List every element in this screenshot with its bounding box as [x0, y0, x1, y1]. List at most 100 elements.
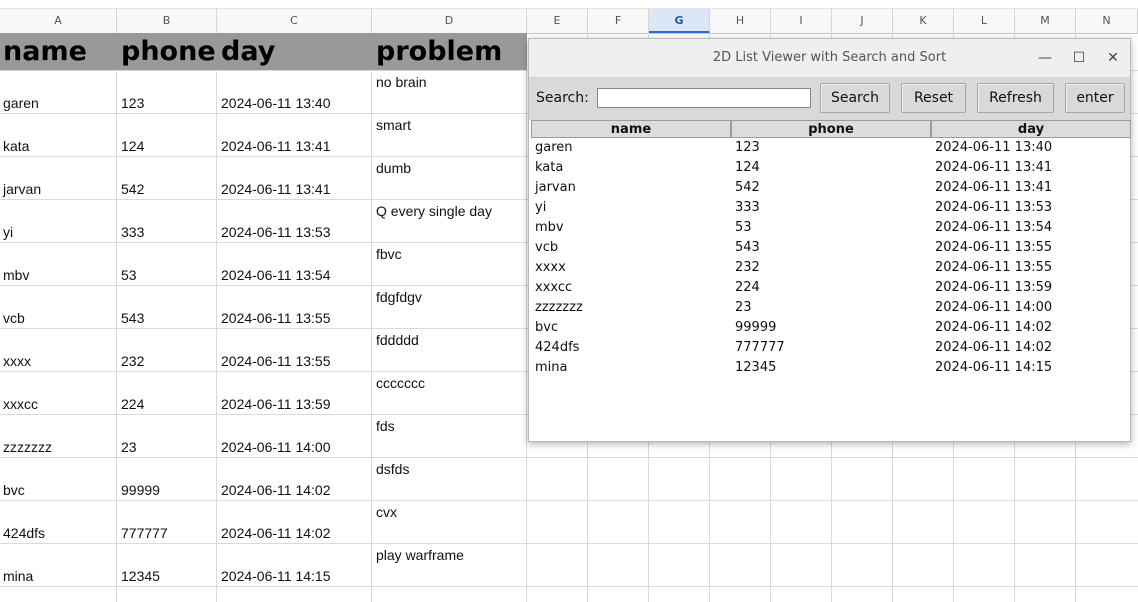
enter-button[interactable]: enter: [1065, 83, 1125, 113]
cell-name[interactable]: jarvan: [3, 180, 41, 198]
list-header-day[interactable]: day: [931, 120, 1131, 138]
cell-problem[interactable]: fbvc: [376, 245, 402, 263]
cell-day[interactable]: 2024-06-11 13:55: [221, 352, 331, 370]
cell-phone[interactable]: 543: [121, 309, 144, 327]
cell-phone[interactable]: 224: [121, 395, 144, 413]
title-bar[interactable]: 2D List Viewer with Search and Sort — ☐ …: [529, 39, 1130, 78]
header-cell-phone[interactable]: phone: [121, 33, 216, 70]
cell-name[interactable]: xxxcc: [3, 395, 38, 413]
cell-problem[interactable]: fds: [376, 417, 395, 435]
cell-phone[interactable]: 333: [121, 223, 144, 241]
column-header-h[interactable]: H: [710, 9, 771, 33]
list-row[interactable]: xxxx 232 2024-06-11 13:55: [531, 258, 1128, 278]
column-gridline: [116, 33, 117, 602]
minimize-icon[interactable]: —: [1035, 48, 1055, 68]
cell-problem[interactable]: smart: [376, 116, 411, 134]
cell-problem[interactable]: cvx: [376, 503, 397, 521]
list-cell-phone: 543: [735, 240, 760, 255]
list-row[interactable]: mbv 53 2024-06-11 13:54: [531, 218, 1128, 238]
cell-phone[interactable]: 53: [121, 266, 137, 284]
refresh-button[interactable]: Refresh: [977, 83, 1054, 113]
cell-name[interactable]: kata: [3, 137, 29, 155]
cell-day[interactable]: 2024-06-11 13:41: [221, 180, 331, 198]
cell-name[interactable]: mina: [3, 567, 33, 585]
cell-day[interactable]: 2024-06-11 13:54: [221, 266, 331, 284]
cell-phone[interactable]: 232: [121, 352, 144, 370]
list-cell-day: 2024-06-11 14:00: [935, 300, 1053, 315]
cell-day[interactable]: 2024-06-11 13:41: [221, 137, 331, 155]
list-cell-name: xxxcc: [535, 280, 573, 295]
cell-name[interactable]: 424dfs: [3, 524, 45, 542]
cell-phone[interactable]: 124: [121, 137, 144, 155]
list-row[interactable]: kata 124 2024-06-11 13:41: [531, 158, 1128, 178]
list-header-phone[interactable]: phone: [731, 120, 931, 138]
cell-problem[interactable]: fddddd: [376, 331, 419, 349]
cell-problem[interactable]: no brain: [376, 73, 427, 91]
cell-name[interactable]: yi: [3, 223, 13, 241]
cell-phone[interactable]: 542: [121, 180, 144, 198]
cell-problem[interactable]: Q every single day: [376, 202, 492, 220]
cell-name[interactable]: bvc: [3, 481, 25, 499]
close-icon[interactable]: ✕: [1103, 48, 1123, 68]
list-row[interactable]: yi 333 2024-06-11 13:53: [531, 198, 1128, 218]
column-header-n[interactable]: N: [1076, 9, 1138, 33]
search-button[interactable]: Search: [820, 83, 890, 113]
column-header-i[interactable]: I: [771, 9, 832, 33]
list-cell-name: 424dfs: [535, 340, 580, 355]
cell-name[interactable]: xxxx: [3, 352, 31, 370]
cell-day[interactable]: 2024-06-11 14:00: [221, 438, 331, 456]
cell-name[interactable]: zzzzzzz: [3, 438, 52, 456]
cell-name[interactable]: garen: [3, 94, 39, 112]
list-row[interactable]: xxxcc 224 2024-06-11 13:59: [531, 278, 1128, 298]
cell-day[interactable]: 2024-06-11 13:55: [221, 309, 331, 327]
header-cell-day[interactable]: day: [221, 33, 275, 70]
list-row[interactable]: garen 123 2024-06-11 13:40: [531, 138, 1128, 158]
cell-phone[interactable]: 12345: [121, 567, 160, 585]
header-cell-name[interactable]: name: [3, 33, 87, 70]
column-header-g[interactable]: G: [649, 9, 710, 33]
row-gridline: [0, 543, 1138, 544]
cell-phone[interactable]: 123: [121, 94, 144, 112]
header-cell-problem[interactable]: problem: [376, 33, 502, 70]
column-header-d[interactable]: D: [372, 9, 527, 33]
list-row[interactable]: jarvan 542 2024-06-11 13:41: [531, 178, 1128, 198]
column-header-j[interactable]: J: [832, 9, 893, 33]
column-header-f[interactable]: F: [588, 9, 649, 33]
list-row[interactable]: zzzzzzz 23 2024-06-11 14:00: [531, 298, 1128, 318]
cell-problem[interactable]: ccccccc: [376, 374, 425, 392]
list-cell-phone: 542: [735, 180, 760, 195]
list-cell-day: 2024-06-11 13:41: [935, 180, 1053, 195]
cell-problem[interactable]: dsfds: [376, 460, 409, 478]
cell-problem[interactable]: fdgfdgv: [376, 288, 422, 306]
cell-day[interactable]: 2024-06-11 14:02: [221, 481, 331, 499]
reset-button[interactable]: Reset: [901, 83, 966, 113]
column-header-a[interactable]: A: [0, 9, 117, 33]
cell-problem[interactable]: dumb: [376, 159, 411, 177]
column-header-e[interactable]: E: [527, 9, 588, 33]
list-header-name[interactable]: name: [531, 120, 731, 138]
search-input[interactable]: [597, 88, 811, 108]
cell-day[interactable]: 2024-06-11 14:02: [221, 524, 331, 542]
cell-name[interactable]: mbv: [3, 266, 29, 284]
list-row[interactable]: 424dfs 777777 2024-06-11 14:02: [531, 338, 1128, 358]
list-row[interactable]: vcb 543 2024-06-11 13:55: [531, 238, 1128, 258]
list-cell-phone: 232: [735, 260, 760, 275]
cell-day[interactable]: 2024-06-11 13:59: [221, 395, 331, 413]
cell-day[interactable]: 2024-06-11 14:15: [221, 567, 331, 585]
maximize-icon[interactable]: ☐: [1069, 48, 1089, 68]
column-header-c[interactable]: C: [217, 9, 372, 33]
cell-name[interactable]: vcb: [3, 309, 25, 327]
column-header-m[interactable]: M: [1015, 9, 1076, 33]
column-header-l[interactable]: L: [954, 9, 1015, 33]
cell-day[interactable]: 2024-06-11 13:53: [221, 223, 331, 241]
cell-phone[interactable]: 23: [121, 438, 137, 456]
list-row[interactable]: mina 12345 2024-06-11 14:15: [531, 358, 1128, 378]
list-row[interactable]: bvc 99999 2024-06-11 14:02: [531, 318, 1128, 338]
cell-phone[interactable]: 99999: [121, 481, 160, 499]
cell-problem[interactable]: play warframe: [376, 546, 464, 564]
cell-phone[interactable]: 777777: [121, 524, 168, 542]
column-header-k[interactable]: K: [893, 9, 954, 33]
column-header-b[interactable]: B: [117, 9, 217, 33]
results-list[interactable]: name phone day garen 123 2024-06-11 13:40 k…: [531, 120, 1131, 440]
cell-day[interactable]: 2024-06-11 13:40: [221, 94, 331, 112]
